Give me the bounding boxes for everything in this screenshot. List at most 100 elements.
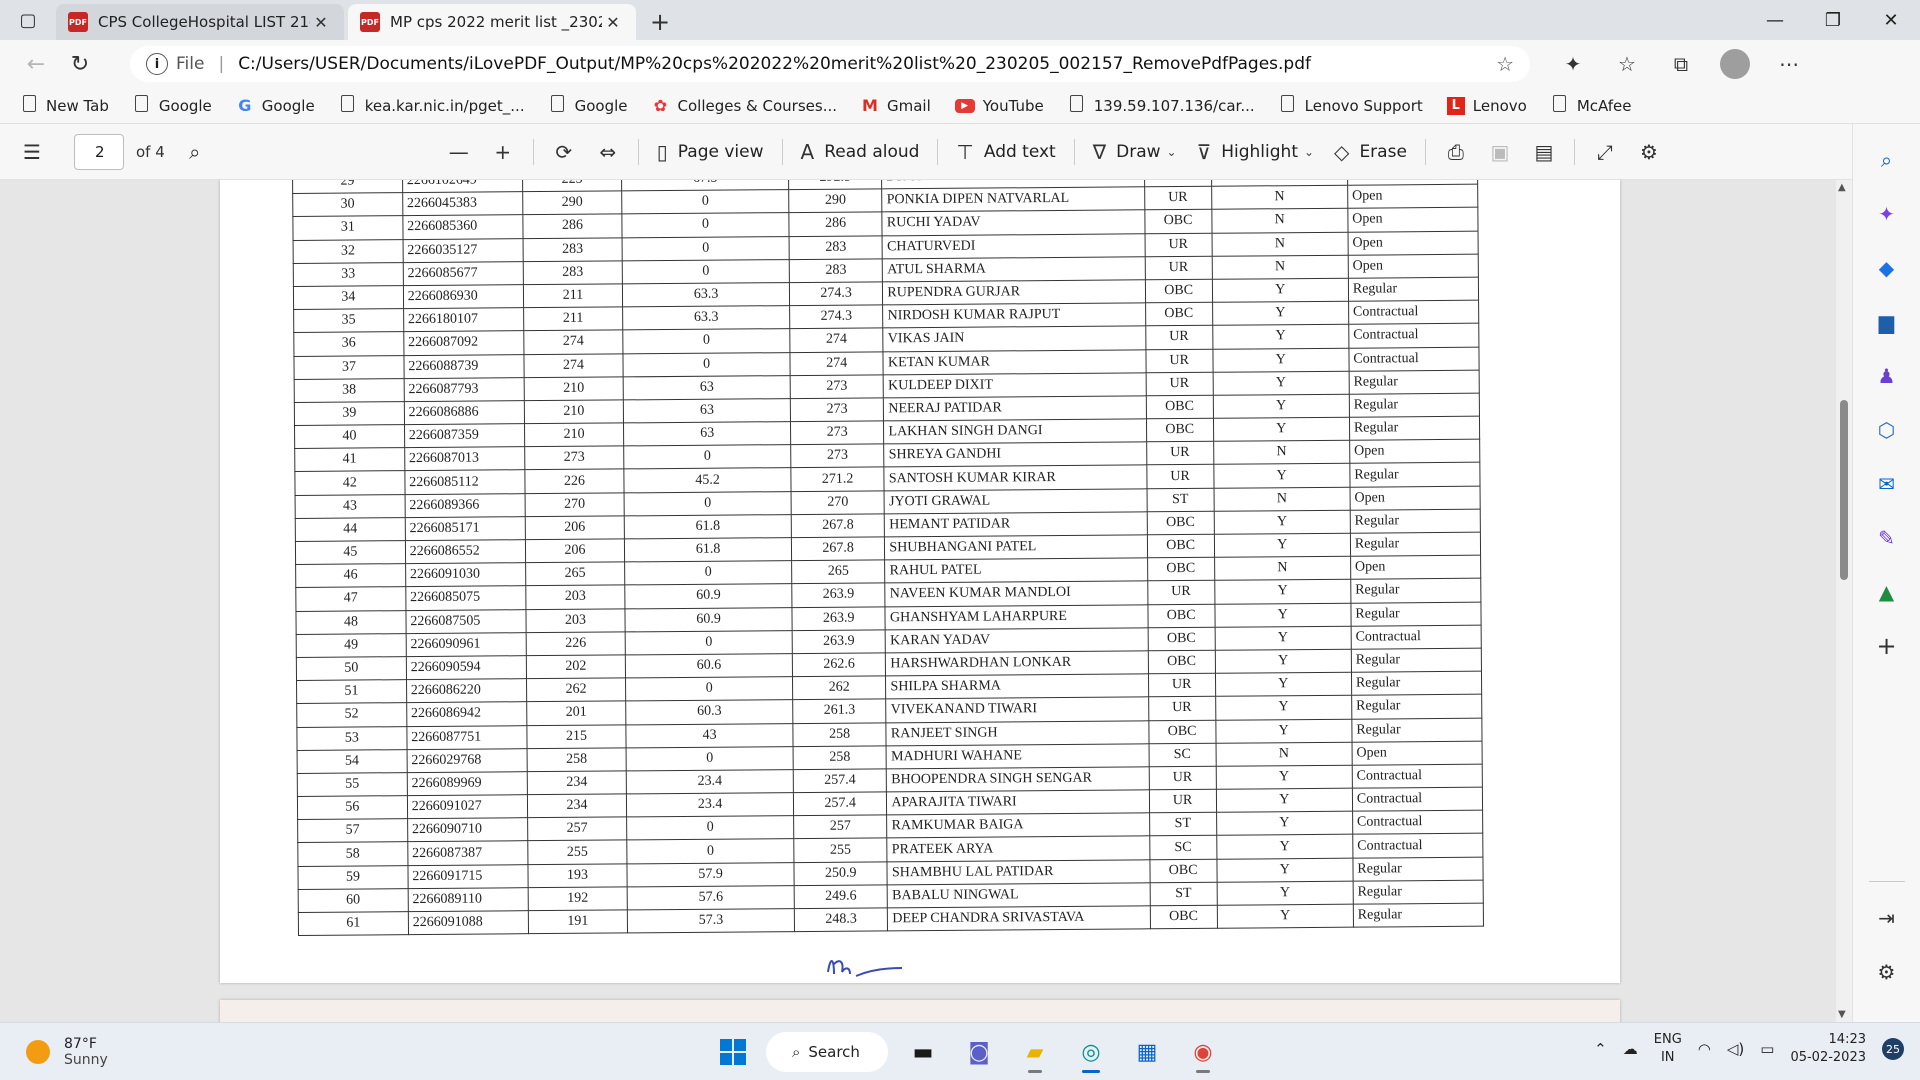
table-of-contents-icon[interactable]: ☰ <box>10 132 54 172</box>
language-indicator[interactable]: ENG IN <box>1654 1031 1682 1067</box>
zoom-in-icon[interactable]: + <box>481 132 525 172</box>
category-cell: UR <box>1144 186 1212 211</box>
restore-icon[interactable]: ❐ <box>1804 0 1862 40</box>
microsoft-store-icon[interactable]: ▦ <box>1124 1031 1170 1073</box>
url-text[interactable]: C:/Users/USER/Documents/iLovePDF_Output/… <box>238 54 1496 74</box>
outlook-icon[interactable]: ✉ <box>1869 466 1905 502</box>
settings-icon[interactable]: ⚙ <box>1627 132 1671 172</box>
bookmark-google-2[interactable]: G Google <box>236 96 314 115</box>
erase-button[interactable]: ◇ Erase <box>1324 132 1417 172</box>
add-favorite-icon[interactable]: ☆ <box>1496 52 1514 76</box>
games-icon[interactable]: ♟ <box>1869 358 1905 394</box>
tab-cps-college-hospital[interactable]: PDF CPS CollegeHospital LIST 21-22.p ✕ <box>56 4 344 40</box>
read-aloud-button[interactable]: A Read aloud <box>791 132 930 172</box>
in-service-cell: N <box>1211 208 1348 233</box>
print-icon[interactable]: ⎙ <box>1434 132 1478 172</box>
bookmark-gmail[interactable]: M Gmail <box>861 96 931 115</box>
total-marks-cell: 261.3 <box>792 699 887 724</box>
extensions-icon[interactable]: ✦ <box>1546 44 1600 84</box>
bonus-marks-cell: 0 <box>626 746 794 771</box>
draw-button[interactable]: ∇ Draw ⌄ <box>1083 132 1187 172</box>
new-tab-button[interactable]: + <box>640 4 680 40</box>
highlight-button[interactable]: ⊽ Highlight ⌄ <box>1187 132 1324 172</box>
add-sidebar-app-icon[interactable]: + <box>1869 628 1905 664</box>
show-hidden-icons-chevron-icon[interactable]: ⌃ <box>1594 1040 1607 1058</box>
clock[interactable]: 14:23 05-02-2023 <box>1790 1031 1866 1067</box>
shopping-tag-icon[interactable]: ◆ <box>1869 250 1905 286</box>
search-icon[interactable]: ⌕ <box>1869 142 1905 178</box>
fullscreen-icon[interactable]: ⤢ <box>1583 132 1627 172</box>
battery-icon[interactable]: ▭ <box>1760 1040 1774 1058</box>
tools-icon[interactable]: ▆ <box>1869 304 1905 340</box>
doc-icon <box>1551 95 1569 116</box>
designer-icon[interactable]: ✎ <box>1869 520 1905 556</box>
bookmark-colleges[interactable]: ✿ Colleges & Courses... <box>652 96 837 115</box>
rotate-icon[interactable]: ⟳ <box>542 132 586 172</box>
back-arrow-icon[interactable]: ← <box>14 44 58 84</box>
scroll-down-arrow-icon[interactable]: ▼ <box>1838 1009 1846 1020</box>
chrome-icon[interactable]: ◉ <box>1180 1031 1226 1073</box>
weather-widget[interactable]: 87°F Sunny <box>26 1036 226 1068</box>
page-view-button[interactable]: ▯ Page view <box>647 132 774 172</box>
doc-icon <box>133 95 151 116</box>
more-menu-icon[interactable]: ⋯ <box>1762 44 1816 84</box>
volume-icon[interactable]: ◁) <box>1727 1040 1744 1058</box>
wifi-icon[interactable]: ◠ <box>1698 1040 1711 1058</box>
favorites-icon[interactable]: ☆ <box>1600 44 1654 84</box>
bookmark-new-tab[interactable]: New Tab <box>20 95 109 116</box>
serial-number-cell: 58 <box>297 842 408 867</box>
taskbar-search[interactable]: ⌕ Search <box>766 1032 888 1072</box>
serial-number-cell: 30 <box>292 192 403 217</box>
bookmark-kea[interactable]: kea.kar.nic.in/pget_... <box>339 95 525 116</box>
bookmark-lenovo-support[interactable]: Lenovo Support <box>1279 95 1423 116</box>
drop-icon[interactable]: ▲ <box>1869 574 1905 610</box>
tab-mp-cps-merit-list[interactable]: PDF MP cps 2022 merit list _230205_0 ✕ <box>348 4 636 40</box>
url-field[interactable]: i File | C:/Users/USER/Documents/iLovePD… <box>130 46 1530 82</box>
total-marks-cell: 263.9 <box>792 629 886 654</box>
bookmark-mcafee[interactable]: McAfee <box>1551 95 1631 116</box>
file-explorer-icon[interactable]: ▰ <box>1012 1031 1058 1073</box>
bookmark-youtube[interactable]: ▶ YouTube <box>954 97 1044 115</box>
scrollbar-thumb[interactable] <box>1840 400 1848 580</box>
fit-to-width-icon[interactable]: ⇔ <box>586 132 630 172</box>
zoom-out-icon[interactable]: — <box>437 132 481 172</box>
close-tab-icon[interactable]: ✕ <box>310 13 332 32</box>
copilot-icon[interactable]: ✦ <box>1869 196 1905 232</box>
close-window-icon[interactable]: ✕ <box>1862 0 1920 40</box>
profile-avatar[interactable] <box>1720 49 1750 79</box>
pdf-viewer[interactable]: 29226610264922567.5292.5DR SMT NAMRATA F… <box>0 180 1852 1022</box>
edge-browser-icon[interactable]: ◎ <box>1068 1031 1114 1073</box>
bookmark-ip-address[interactable]: 139.59.107.136/car... <box>1068 95 1255 116</box>
page-number-input[interactable]: 2 <box>74 133 124 170</box>
microsoft-365-icon[interactable]: ⬡ <box>1869 412 1905 448</box>
collections-icon[interactable]: ⧉ <box>1654 44 1708 84</box>
save-as-icon[interactable]: ▤ <box>1522 132 1566 172</box>
marks-cell: 286 <box>522 214 623 239</box>
hide-sidebar-icon[interactable]: ⇥ <box>1869 900 1905 936</box>
add-text-button[interactable]: ⊤ Add text <box>946 132 1065 172</box>
chevron-down-icon[interactable]: ⌄ <box>1167 145 1177 159</box>
start-button[interactable] <box>710 1031 756 1073</box>
in-service-cell: Y <box>1214 602 1351 628</box>
bookmark-lenovo[interactable]: L Lenovo <box>1446 96 1527 115</box>
minimize-icon[interactable]: — <box>1746 0 1804 40</box>
info-icon[interactable]: i <box>146 53 168 75</box>
refresh-icon[interactable]: ↻ <box>58 44 102 84</box>
tab-actions-icon[interactable]: ▢ <box>0 0 56 40</box>
notification-badge[interactable]: 25 <box>1882 1038 1904 1060</box>
candidate-name-cell: ATUL SHARMA <box>882 256 1146 282</box>
vertical-scrollbar[interactable]: ▲ ▼ <box>1836 180 1852 1022</box>
bookmark-google[interactable]: Google <box>133 95 212 116</box>
service-type-cell: Regular <box>1350 578 1481 603</box>
task-view-icon[interactable]: ▬ <box>900 1031 946 1073</box>
sidebar-settings-icon[interactable]: ⚙ <box>1869 954 1905 990</box>
bookmark-google-3[interactable]: Google <box>549 95 628 116</box>
search-icon[interactable]: ⌕ <box>173 132 217 172</box>
save-icon[interactable]: ▣ <box>1478 132 1522 172</box>
candidate-name-cell: BHOOPENDRA SINGH SENGAR <box>886 766 1150 792</box>
close-tab-icon[interactable]: ✕ <box>602 13 624 32</box>
scroll-up-arrow-icon[interactable]: ▲ <box>1838 182 1846 193</box>
onedrive-icon[interactable]: ☁ <box>1623 1040 1638 1058</box>
teams-chat-icon[interactable]: ◙ <box>956 1031 1002 1073</box>
chevron-down-icon[interactable]: ⌄ <box>1304 145 1314 159</box>
